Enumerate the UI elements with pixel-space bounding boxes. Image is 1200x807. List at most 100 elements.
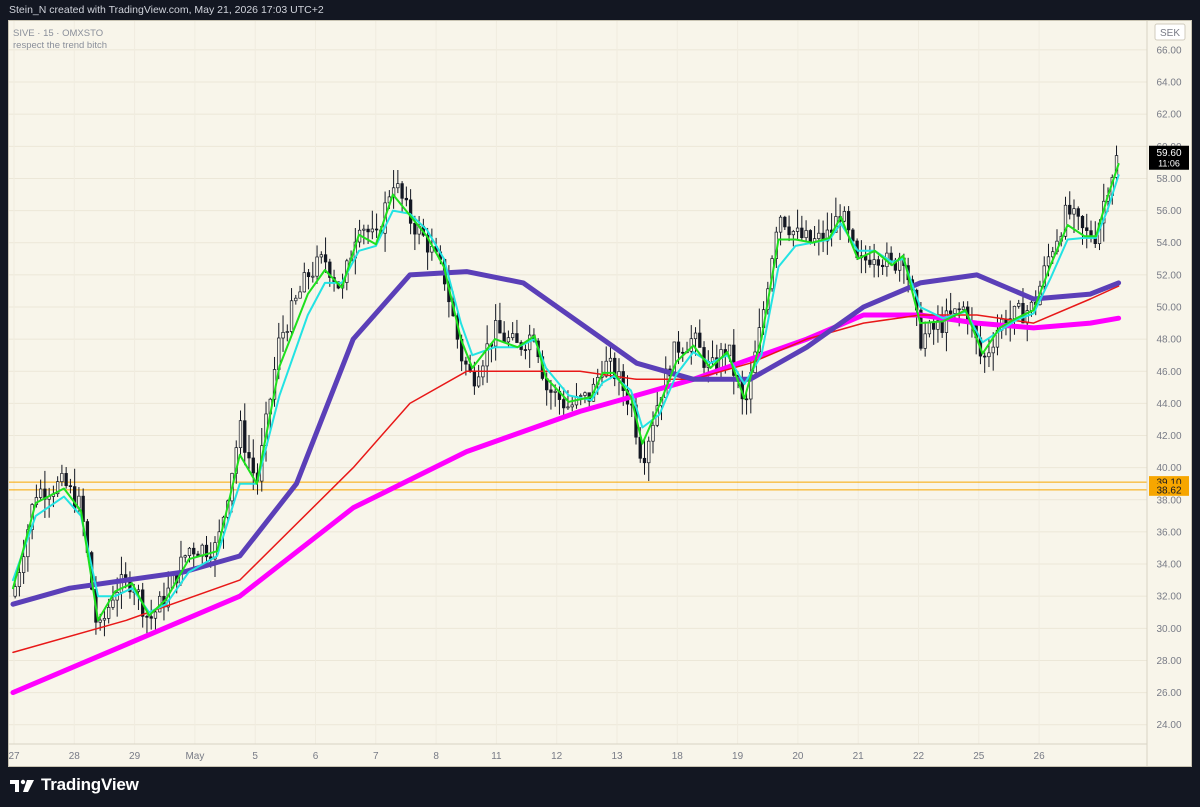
candle [417, 216, 421, 245]
candle [370, 210, 374, 240]
candle [306, 269, 311, 290]
candle [1080, 215, 1085, 245]
time-axis[interactable]: 27 28 29 May 5 6 7 8 11 12 13 18 19 20 21 22 25 26 [9, 751, 1045, 762]
time-tick-label: 11 [491, 751, 502, 762]
price-tick-label: 44.00 [1156, 399, 1181, 410]
price-tick-label: 58.00 [1156, 174, 1181, 185]
candle [1089, 220, 1093, 243]
candle [795, 209, 800, 240]
candle [842, 206, 847, 223]
candle [804, 220, 808, 243]
time-tick-label: 25 [973, 751, 985, 762]
candle [523, 344, 528, 360]
candle [528, 324, 532, 368]
time-tick-label: 26 [1034, 751, 1046, 762]
svg-text:11:06: 11:06 [1158, 159, 1180, 169]
price-tick-label: 62.00 [1156, 110, 1181, 121]
candle [47, 487, 51, 518]
candle [179, 540, 183, 586]
candle [791, 229, 795, 247]
grid [9, 21, 1147, 744]
price-tick-label: 26.00 [1156, 688, 1181, 699]
price-tick-label: 36.00 [1156, 527, 1181, 538]
price-tick-label: 48.00 [1156, 335, 1181, 346]
moving-average-line [12, 285, 1120, 654]
candle [995, 314, 1000, 356]
time-tick-label: 5 [252, 751, 258, 762]
candle [689, 325, 693, 365]
candle [302, 262, 306, 293]
candle [868, 245, 872, 268]
candle [642, 439, 647, 475]
svg-text:38.62: 38.62 [1156, 485, 1181, 496]
candle [949, 292, 953, 318]
price-tick-label: 32.00 [1156, 592, 1181, 603]
price-tick-label: 28.00 [1156, 656, 1181, 667]
price-tick-label: 46.00 [1156, 367, 1181, 378]
candle [944, 298, 949, 352]
horizontal-levels [9, 481, 1147, 491]
symbol-line: SIVE · 15 · OMXSTO [13, 28, 103, 39]
candle [693, 327, 698, 356]
price-tick-label: 56.00 [1156, 206, 1181, 217]
price-tick-label: 24.00 [1156, 720, 1181, 731]
price-tick-label: 50.00 [1156, 302, 1181, 313]
candle [124, 562, 128, 589]
candle [817, 219, 821, 256]
candle [38, 479, 43, 501]
candle [919, 302, 923, 351]
time-tick-label: 6 [313, 751, 319, 762]
creator-credit: Stein_N created with TradingView.com, Ma… [9, 4, 324, 16]
candle [404, 186, 409, 207]
time-tick-label: 13 [611, 751, 623, 762]
time-tick-label: May [185, 751, 204, 762]
candle [863, 245, 868, 274]
candle [481, 360, 485, 386]
price-tick-label: 38.00 [1156, 495, 1181, 506]
time-tick-label: 8 [433, 751, 439, 762]
candle [362, 224, 366, 245]
price-tick-label: 64.00 [1156, 78, 1181, 89]
top-bar: Stein_N created with TradingView.com, Ma… [0, 0, 1200, 20]
candle [880, 259, 885, 275]
candle [315, 245, 319, 284]
time-tick-label: 12 [551, 751, 563, 762]
candle [281, 315, 285, 352]
candle [698, 319, 702, 348]
level-price-badge: 38.62 [1149, 483, 1189, 496]
candle [821, 220, 825, 253]
time-tick-label: 19 [732, 751, 744, 762]
candle [476, 364, 481, 388]
candle [247, 434, 251, 472]
candle [519, 340, 523, 356]
last-price-badge: 59.6011:06 [1149, 145, 1189, 170]
price-tick-label: 52.00 [1156, 270, 1181, 281]
candle [876, 255, 881, 278]
candle [319, 251, 323, 264]
candle [983, 352, 987, 373]
candle [932, 315, 936, 345]
candle [800, 215, 804, 241]
candle [825, 212, 830, 255]
time-tick-label: 21 [853, 751, 865, 762]
candle [511, 322, 515, 341]
time-tick-label: 7 [373, 751, 379, 762]
currency-button[interactable]: SEK [1154, 23, 1186, 41]
candle [570, 396, 574, 412]
price-tick-label: 40.00 [1156, 463, 1181, 474]
brand-name: TradingView [41, 775, 139, 794]
candle [145, 614, 149, 636]
tradingview-brand[interactable]: TradingView [9, 775, 139, 795]
price-tick-label: 54.00 [1156, 238, 1181, 249]
candle [298, 285, 302, 299]
candle [200, 543, 204, 564]
candle [102, 609, 107, 637]
chart-frame[interactable]: SIVE · 15 · OMXSTO respect the trend bit… [8, 20, 1192, 767]
candle [783, 215, 787, 231]
candle [1004, 309, 1008, 336]
price-chart[interactable]: SIVE · 15 · OMXSTO respect the trend bit… [9, 21, 1191, 766]
time-tick-label: 18 [672, 751, 684, 762]
price-tick-label: 30.00 [1156, 624, 1181, 635]
candle [787, 215, 791, 242]
candle [396, 169, 400, 194]
